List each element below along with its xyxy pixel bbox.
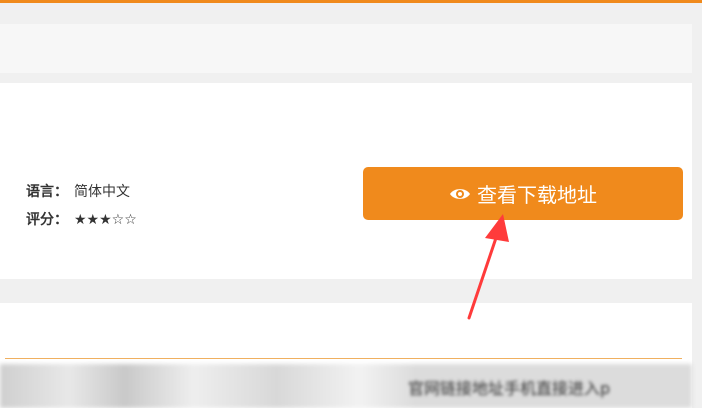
rating-row: 评分： ★★★☆☆ [26, 209, 137, 229]
blurred-content-text: 官网链接地址手机直接进入p [408, 379, 611, 398]
app-info-card: 语言： 简体中文 评分： ★★★☆☆ 查看下载地址 [0, 83, 692, 279]
view-download-address-label: 查看下载地址 [477, 183, 597, 207]
language-row: 语言： 简体中文 [26, 181, 130, 201]
content-card: 官网链接地址手机直接进入p [0, 303, 692, 408]
rating-stars: ★★★☆☆ [74, 212, 137, 228]
search-band [0, 24, 692, 73]
top-accent-bar [0, 0, 702, 3]
language-value: 简体中文 [74, 184, 130, 200]
eye-icon [450, 188, 470, 199]
view-download-address-button[interactable]: 查看下载地址 [363, 167, 683, 220]
section-divider [5, 358, 682, 359]
rating-label: 评分： [26, 212, 68, 228]
language-label: 语言： [26, 184, 68, 200]
